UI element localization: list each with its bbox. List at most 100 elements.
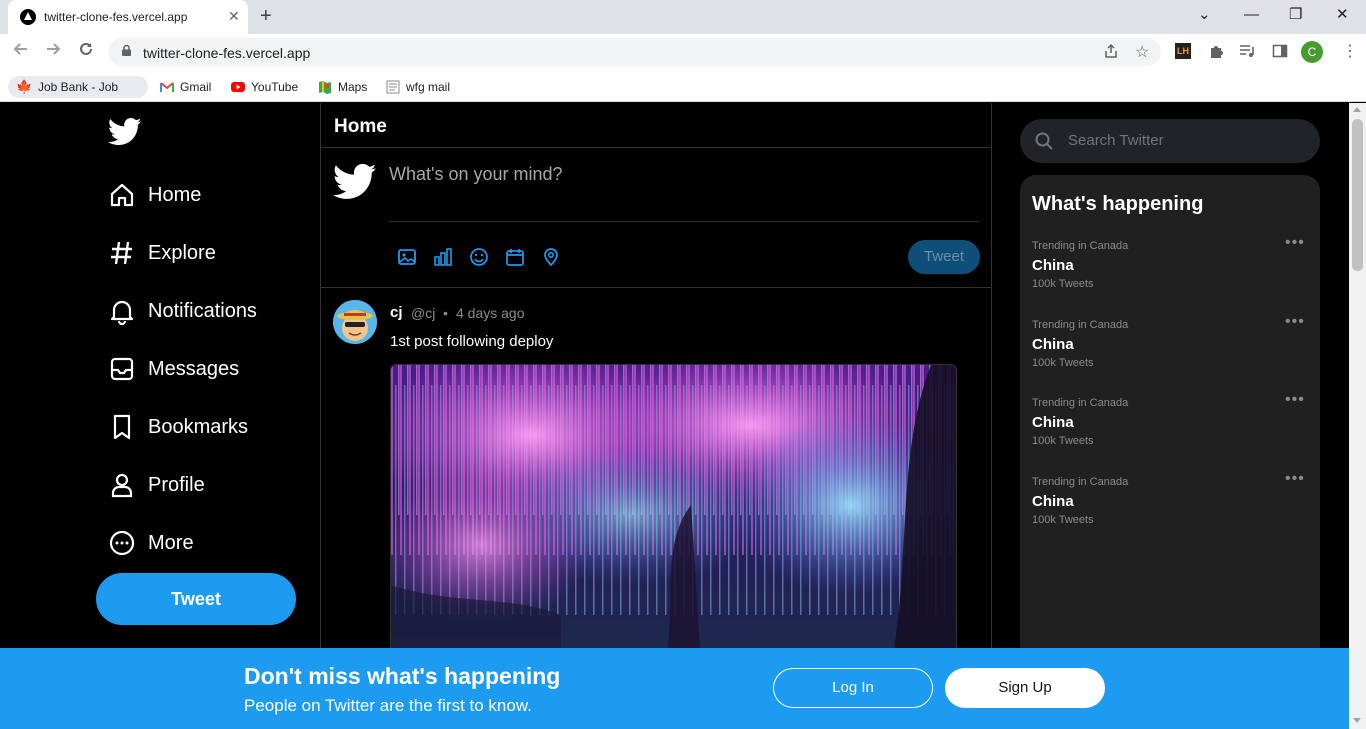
schedule-icon[interactable] [505, 247, 525, 267]
trend-context: Trending in Canada [1032, 319, 1129, 331]
close-tab-icon[interactable]: ✕ [228, 8, 240, 24]
bookmark-job-bank[interactable]: 🍁 Job Bank - Job Bank [8, 76, 148, 116]
address-bar[interactable]: twitter-clone-fes.vercel.app ☆ [108, 38, 1161, 66]
page-viewport: Home Explore Notifications Messages Book… [0, 103, 1366, 729]
login-button[interactable]: Log In [773, 668, 933, 708]
tab-search-icon[interactable]: ⌄ [1198, 6, 1211, 24]
minimize-button[interactable]: — [1244, 6, 1259, 24]
emoji-icon[interactable] [469, 247, 489, 267]
bell-icon [110, 300, 134, 325]
more-options-icon[interactable]: ••• [1285, 391, 1305, 409]
back-arrow-icon[interactable] [12, 40, 30, 63]
sidebar-item-label: Notifications [148, 300, 257, 322]
tab-title: twitter-clone-fes.vercel.app [44, 10, 188, 24]
lock-icon [122, 45, 131, 56]
post-author-handle[interactable]: @cj [411, 305, 435, 321]
bookmark-gmail[interactable]: Gmail [158, 76, 211, 98]
avatar[interactable] [333, 300, 377, 344]
composer-divider [389, 221, 979, 222]
trend-context: Trending in Canada [1032, 476, 1129, 488]
bookmark-wfg-mail[interactable]: wfg mail [384, 76, 450, 98]
composer-tweet-button[interactable]: Tweet [908, 240, 980, 274]
tweet-composer: What's on your mind? Tweet [321, 148, 991, 288]
timeline-column: Home What's on your mind? Tweet cj @cj •… [320, 103, 992, 729]
trend-item[interactable]: Trending in Canada China 100k Tweets ••• [1032, 391, 1312, 457]
trend-context: Trending in Canada [1032, 397, 1129, 409]
signup-banner: Don't miss what's happening People on Tw… [0, 648, 1349, 729]
browser-tab[interactable]: twitter-clone-fes.vercel.app ✕ [8, 0, 248, 34]
share-icon[interactable] [1103, 43, 1119, 64]
more-options-icon[interactable]: ••• [1285, 313, 1305, 331]
trends-title: What's happening [1032, 193, 1204, 215]
star-bookmark-icon[interactable]: ☆ [1135, 42, 1149, 62]
bookmarks-bar: 🍁 Job Bank - Job Bank Gmail YouTube Maps… [0, 70, 1366, 116]
twitter-bird-logo-icon[interactable] [108, 117, 142, 147]
more-options-icon[interactable]: ••• [1285, 470, 1305, 488]
maps-icon [319, 81, 331, 94]
browser-toolbar: twitter-clone-fes.vercel.app ☆ LH C ⋮ [0, 34, 1366, 70]
trend-name: China [1032, 336, 1074, 353]
bookmark-icon [113, 414, 131, 440]
poll-icon[interactable] [433, 247, 453, 267]
reload-icon[interactable] [77, 40, 95, 63]
page-scrollbar[interactable] [1349, 103, 1366, 729]
trend-item[interactable]: Trending in Canada China 100k Tweets ••• [1032, 470, 1312, 536]
trend-name: China [1032, 257, 1074, 274]
restore-button[interactable]: ❐ [1289, 6, 1302, 24]
bookmark-label: YouTube [251, 80, 299, 94]
trend-item[interactable]: Trending in Canada China 100k Tweets ••• [1032, 234, 1312, 300]
maple-leaf-icon: 🍁 [16, 79, 33, 94]
new-tab-button[interactable]: + [260, 5, 272, 27]
more-options-icon[interactable]: ••• [1285, 234, 1305, 252]
more-circle-icon [109, 530, 135, 556]
bookmark-label: Gmail [180, 80, 212, 94]
tweet-input[interactable]: What's on your mind? [389, 164, 563, 185]
trends-panel: What's happening Trending in Canada Chin… [1020, 175, 1320, 729]
lh-extension-icon[interactable]: LH [1175, 43, 1191, 59]
trend-name: China [1032, 493, 1074, 510]
post-timestamp: 4 days ago [456, 305, 525, 321]
search-input[interactable]: Search Twitter [1020, 119, 1320, 163]
page-title: Home [334, 116, 387, 137]
page-icon [386, 80, 400, 94]
scrollbar-thumb[interactable] [1352, 119, 1363, 271]
side-panel-icon[interactable] [1272, 43, 1288, 64]
sidebar-item-label: Messages [148, 358, 240, 380]
bookmark-maps[interactable]: Maps [316, 76, 367, 98]
sidebar-item-label: Profile [148, 474, 205, 496]
bookmark-label: Maps [338, 80, 368, 94]
timeline-header: Home [321, 103, 991, 148]
twitter-bird-avatar-icon [333, 163, 377, 199]
browser-profile-avatar[interactable]: C [1301, 41, 1323, 63]
trend-name: China [1032, 414, 1074, 431]
banner-subtitle: People on Twitter are the first to know. [244, 696, 532, 715]
bookmark-label: wfg mail [406, 80, 451, 94]
browser-menu-icon[interactable]: ⋮ [1342, 43, 1358, 61]
post-author-name[interactable]: cj [390, 304, 403, 321]
scroll-up-arrow-icon[interactable] [1353, 107, 1361, 112]
url-text: twitter-clone-fes.vercel.app [143, 45, 311, 61]
inbox-icon [110, 357, 134, 381]
scroll-down-arrow-icon[interactable] [1353, 718, 1361, 723]
hashtag-icon [111, 241, 132, 265]
close-window-button[interactable]: ✕ [1336, 6, 1349, 24]
sidebar-tweet-button[interactable]: Tweet [96, 573, 296, 625]
user-icon [111, 473, 133, 498]
bookmark-youtube[interactable]: YouTube [229, 76, 298, 98]
media-queue-icon[interactable] [1239, 43, 1255, 64]
extensions-puzzle-icon[interactable] [1208, 43, 1224, 64]
trend-item[interactable]: Trending in Canada China 100k Tweets ••• [1032, 313, 1312, 379]
trend-context: Trending in Canada [1032, 240, 1129, 252]
post-text: 1st post following deploy [390, 333, 554, 350]
post-separator: • [443, 305, 448, 321]
signup-button[interactable]: Sign Up [945, 668, 1105, 708]
forward-arrow-icon[interactable] [44, 40, 62, 63]
browser-tab-strip: twitter-clone-fes.vercel.app ✕ + ⌄ — ❐ ✕ [0, 0, 1366, 34]
location-icon[interactable] [541, 247, 561, 267]
sidebar-item-label: Home [148, 184, 202, 206]
sidebar-item-label: Bookmarks [148, 416, 249, 438]
post-image[interactable] [390, 364, 957, 664]
trend-count: 100k Tweets [1032, 435, 1094, 447]
gmail-icon [160, 82, 174, 93]
image-icon[interactable] [397, 247, 417, 267]
